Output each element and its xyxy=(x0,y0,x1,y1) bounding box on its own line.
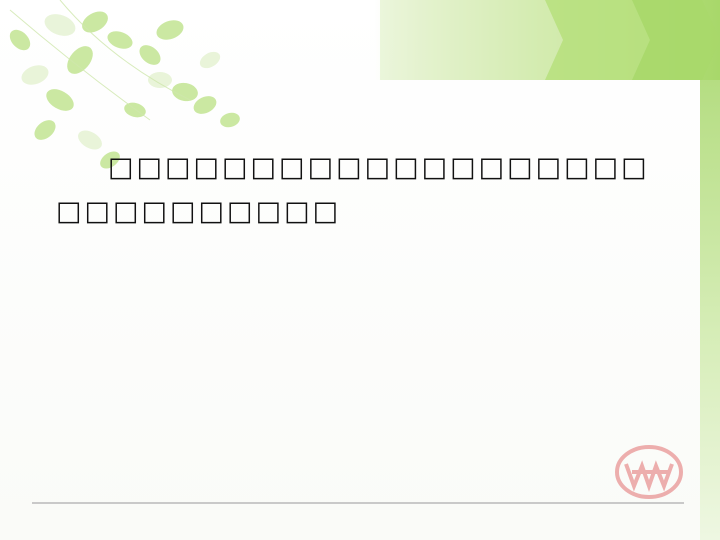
slide: □□□□□□□□□□□□□□□□□□□□□□□□□□□□□ xyxy=(0,0,720,540)
emblem-logo-icon xyxy=(615,445,683,499)
footer-divider xyxy=(32,502,684,504)
body-text: □□□□□□□□□□□□□□□□□□□□□□□□□□□□□ xyxy=(56,152,650,227)
right-stripe xyxy=(700,80,720,540)
